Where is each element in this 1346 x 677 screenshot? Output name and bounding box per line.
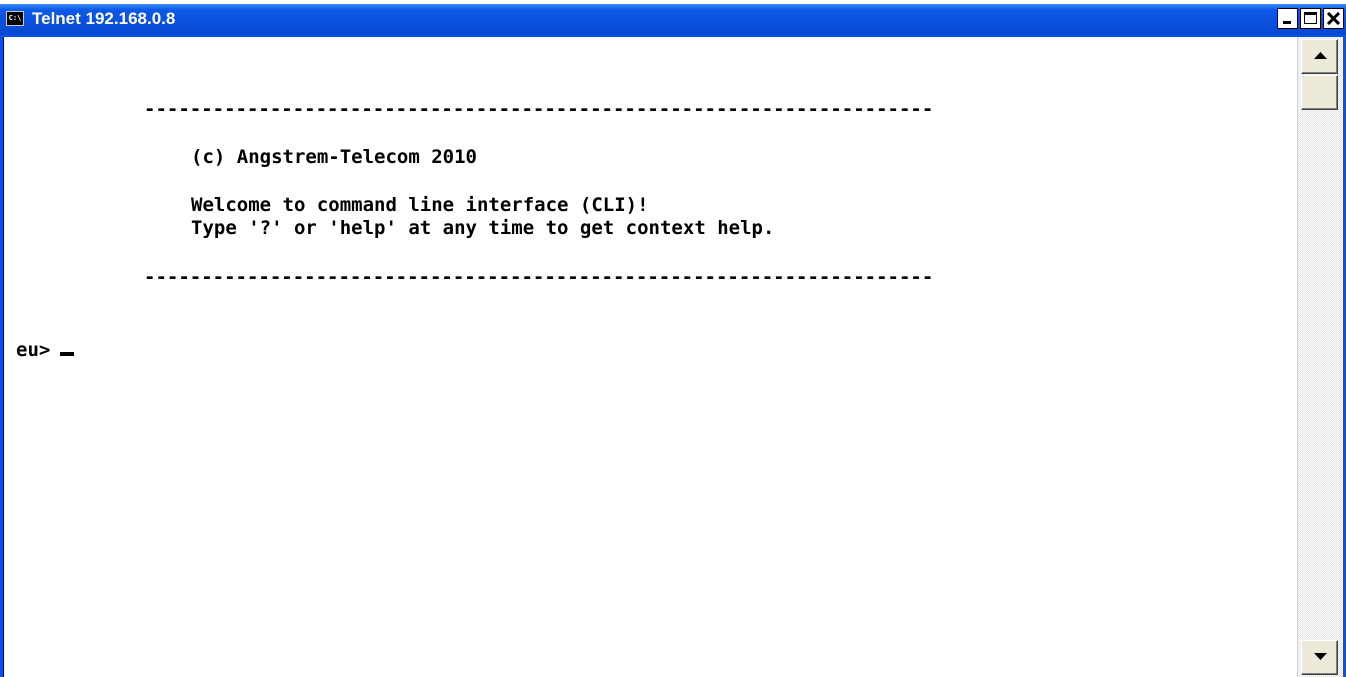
separator-line: ----------------------------------------… <box>144 266 934 288</box>
vertical-scrollbar[interactable] <box>1297 37 1343 677</box>
command-prompt-line[interactable]: eu> <box>16 339 75 361</box>
prompt-text: eu> <box>16 339 51 361</box>
copyright-text: (c) Angstrem-Telecom 2010 <box>191 146 477 168</box>
console-icon[interactable]: C:\ <box>6 11 24 26</box>
scroll-up-button[interactable] <box>1301 39 1338 74</box>
welcome-text: Welcome to command line interface (CLI)! <box>191 194 649 216</box>
arrow-down-icon <box>1314 653 1327 660</box>
telnet-window: C:\ Telnet 192.168.0.8 -----------------… <box>0 4 1346 677</box>
text-cursor <box>60 352 75 356</box>
arrow-up-icon <box>1314 52 1327 59</box>
close-button[interactable] <box>1323 8 1344 29</box>
terminal-output[interactable]: ----------------------------------------… <box>3 37 1297 677</box>
close-icon <box>1327 12 1340 25</box>
help-hint-text: Type '?' or 'help' at any time to get co… <box>191 217 775 239</box>
maximize-button[interactable] <box>1300 8 1321 29</box>
title-bar[interactable]: C:\ Telnet 192.168.0.8 <box>0 4 1346 35</box>
scroll-down-button[interactable] <box>1301 640 1338 675</box>
scroll-thumb[interactable] <box>1301 75 1338 110</box>
separator-line: ----------------------------------------… <box>144 98 934 120</box>
client-area: ----------------------------------------… <box>3 37 1343 677</box>
window-title: Telnet 192.168.0.8 <box>32 9 176 28</box>
minimize-button[interactable] <box>1277 8 1298 29</box>
